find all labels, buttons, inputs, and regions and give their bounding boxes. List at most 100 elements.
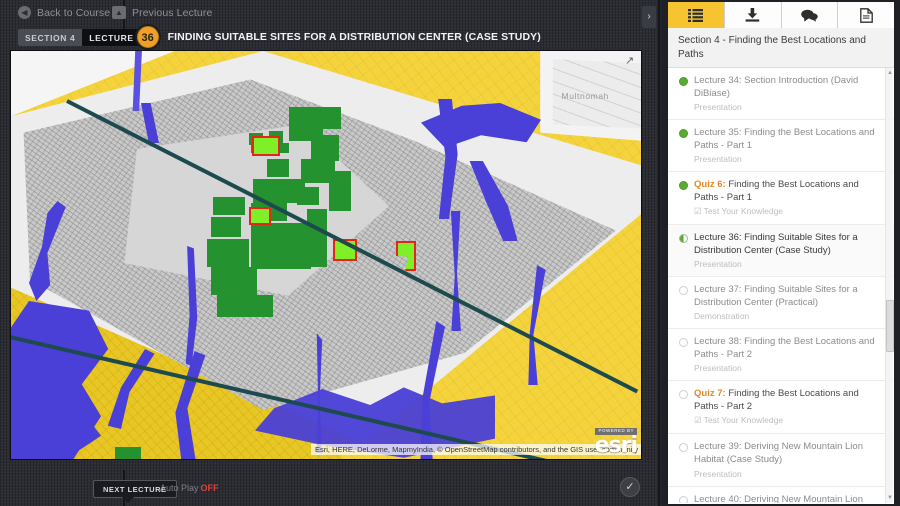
- scroll-down-arrow-icon[interactable]: ▼: [886, 493, 894, 503]
- list-item[interactable]: Lecture 34: Section Introduction (David …: [668, 68, 894, 121]
- list-item[interactable]: Lecture 37: Finding Suitable Sites for a…: [668, 277, 894, 330]
- status-dot-wrap: [676, 336, 694, 373]
- page-title: FINDING SUITABLE SITES FOR A DISTRIBUTIO…: [167, 31, 541, 43]
- map-parcel-restricted: [311, 243, 327, 267]
- scroll-up-arrow-icon[interactable]: ▲: [886, 68, 894, 78]
- quiz-prefix: Quiz 7:: [694, 388, 726, 400]
- status-dot-wrap: [676, 441, 694, 478]
- list-item-subtitle: Presentation: [694, 363, 742, 374]
- lecture-title-row: SECTION 4 LECTURE 36 FINDING SUITABLE SI…: [18, 26, 541, 48]
- map-county-label: Multnomah: [561, 91, 609, 101]
- checkbox-icon: ☑: [694, 415, 702, 426]
- list-item-body: Lecture 37: Finding Suitable Sites for a…: [694, 284, 880, 321]
- tab-contents[interactable]: [668, 2, 725, 28]
- list-item[interactable]: Lecture 35: Finding the Best Locations a…: [668, 120, 894, 173]
- map-viewer[interactable]: ↗ Multnomah Esri, HERE, DeLorme, MapmyIn…: [10, 50, 642, 460]
- list-item-body: Lecture 38: Finding the Best Locations a…: [694, 336, 880, 373]
- scrollbar-thumb[interactable]: [886, 300, 894, 352]
- map-attribution: Esri, HERE, DeLorme, MapmyIndia, © OpenS…: [311, 444, 641, 455]
- quiz-prefix: Quiz 6:: [694, 179, 726, 191]
- sidebar-collapse-chevron-icon[interactable]: ›: [642, 6, 656, 28]
- status-badge: [679, 443, 688, 453]
- status-badge: [679, 495, 688, 503]
- list-item[interactable]: Lecture 39: Deriving New Mountain Lion H…: [668, 434, 894, 487]
- list-item[interactable]: Quiz 7: Finding the Best Locations and P…: [668, 381, 894, 435]
- list-item-subtitle: ☑ Test Your Knowledge: [694, 206, 880, 217]
- list-item-subtitle: ☑ Test Your Knowledge: [694, 415, 880, 426]
- list-item-body: Quiz 6: Finding the Best Locations and P…: [694, 179, 880, 217]
- esri-logo: POWERED BY esri: [594, 420, 638, 458]
- list-item-title: Lecture 39: Deriving New Mountain Lion H…: [694, 441, 863, 465]
- list-item-current[interactable]: Lecture 36: Finding Suitable Sites for a…: [668, 225, 894, 278]
- map-parcel-restricted: [267, 159, 289, 177]
- list-icon: [688, 8, 704, 22]
- map-parcel-restricted: [115, 447, 141, 459]
- map-parcel-restricted: [297, 187, 319, 205]
- autoplay-label: Auto Play: [160, 483, 199, 493]
- check-circle-icon[interactable]: ✓: [620, 477, 640, 497]
- checkbox-icon: ☑: [694, 206, 702, 217]
- list-item-subtitle: Presentation: [694, 102, 742, 113]
- back-to-course-link[interactable]: ◀ Back to Course: [18, 6, 110, 19]
- circle-left-arrow-icon: ◀: [18, 6, 31, 19]
- map-parcel-restricted: [207, 239, 249, 267]
- map-parcel-restricted: [311, 135, 339, 161]
- map-parcel-restricted: [297, 233, 311, 269]
- list-item-subtitle: Presentation: [694, 468, 742, 479]
- list-item-title: Lecture 36: Finding Suitable Sites for a…: [694, 232, 858, 256]
- status-dot-wrap: [676, 75, 694, 112]
- previous-lecture-link[interactable]: ▲ Previous Lecture: [112, 6, 212, 19]
- autoplay-toggle[interactable]: Auto Play OFF: [160, 483, 219, 493]
- status-badge: [679, 234, 688, 244]
- map-candidate-site[interactable]: [252, 136, 280, 156]
- status-dot-wrap: [676, 388, 694, 426]
- list-item-title: Lecture 37: Finding Suitable Sites for a…: [694, 284, 858, 308]
- list-item-subtitle: Presentation: [694, 154, 742, 165]
- map-parcel-restricted: [211, 217, 241, 237]
- lecture-badge: LECTURE: [82, 28, 143, 46]
- sidebar-tabs: [668, 2, 894, 28]
- autoplay-state: OFF: [200, 483, 219, 493]
- status-badge: [679, 338, 688, 348]
- list-item-title: Lecture 40: Deriving New Mountain Lion H…: [694, 493, 863, 504]
- map-canvas[interactable]: ↗ Multnomah Esri, HERE, DeLorme, MapmyIn…: [11, 51, 641, 459]
- previous-lecture-label: Previous Lecture: [132, 6, 213, 19]
- caret-up-icon: ▲: [112, 6, 126, 19]
- status-dot-wrap: [676, 179, 694, 217]
- player-bottombar: NEXT LECTURE Auto Play OFF ✓: [0, 470, 660, 506]
- map-parcel-restricted: [213, 197, 245, 215]
- lecture-list[interactable]: Lecture 34: Section Introduction (David …: [668, 68, 894, 503]
- status-badge: [679, 390, 688, 400]
- popout-expand-icon[interactable]: ↗: [625, 55, 637, 67]
- speech-bubble-icon: [801, 9, 818, 22]
- status-badge: [679, 129, 688, 139]
- section-badge: SECTION 4: [18, 28, 83, 46]
- status-badge: [679, 286, 688, 296]
- list-item-body: Lecture 39: Deriving New Mountain Lion H…: [694, 441, 880, 478]
- list-item-title: Lecture 35: Finding the Best Locations a…: [694, 127, 875, 151]
- list-item[interactable]: Quiz 6: Finding the Best Locations and P…: [668, 172, 894, 226]
- list-item-subtitle-text: Test Your Knowledge: [703, 415, 784, 426]
- list-item-body: Lecture 36: Finding Suitable Sites for a…: [694, 232, 880, 269]
- status-badge: [679, 181, 688, 191]
- lecture-player-pane: ◀ Back to Course ▲ Previous Lecture SECT…: [0, 0, 660, 506]
- list-item-subtitle: Demonstration: [694, 311, 750, 322]
- esri-brand-label: esri: [594, 433, 638, 458]
- section-title: Section 4 - Finding the Best Locations a…: [668, 28, 894, 68]
- sidebar-scrollbar[interactable]: ▲ ▼: [885, 68, 894, 503]
- list-item-subtitle: Presentation: [694, 259, 742, 270]
- status-dot-wrap: [676, 232, 694, 269]
- list-item-subtitle-text: Test Your Knowledge: [703, 206, 784, 217]
- status-badge: [679, 77, 688, 86]
- list-item[interactable]: Lecture 40: Deriving New Mountain Lion H…: [668, 486, 894, 504]
- map-parcel-restricted: [323, 107, 341, 129]
- list-item-title: Quiz 6: Finding the Best Locations and P…: [694, 179, 880, 204]
- map-parcel-restricted: [217, 295, 273, 317]
- tab-notes[interactable]: [838, 2, 894, 28]
- list-item-body: Quiz 7: Finding the Best Locations and P…: [694, 388, 880, 426]
- list-item[interactable]: Lecture 38: Finding the Best Locations a…: [668, 329, 894, 382]
- map-candidate-site[interactable]: [249, 207, 271, 225]
- tab-downloads[interactable]: [724, 2, 782, 28]
- list-item-title: Quiz 7: Finding the Best Locations and P…: [694, 388, 880, 413]
- tab-discussion[interactable]: [781, 2, 839, 28]
